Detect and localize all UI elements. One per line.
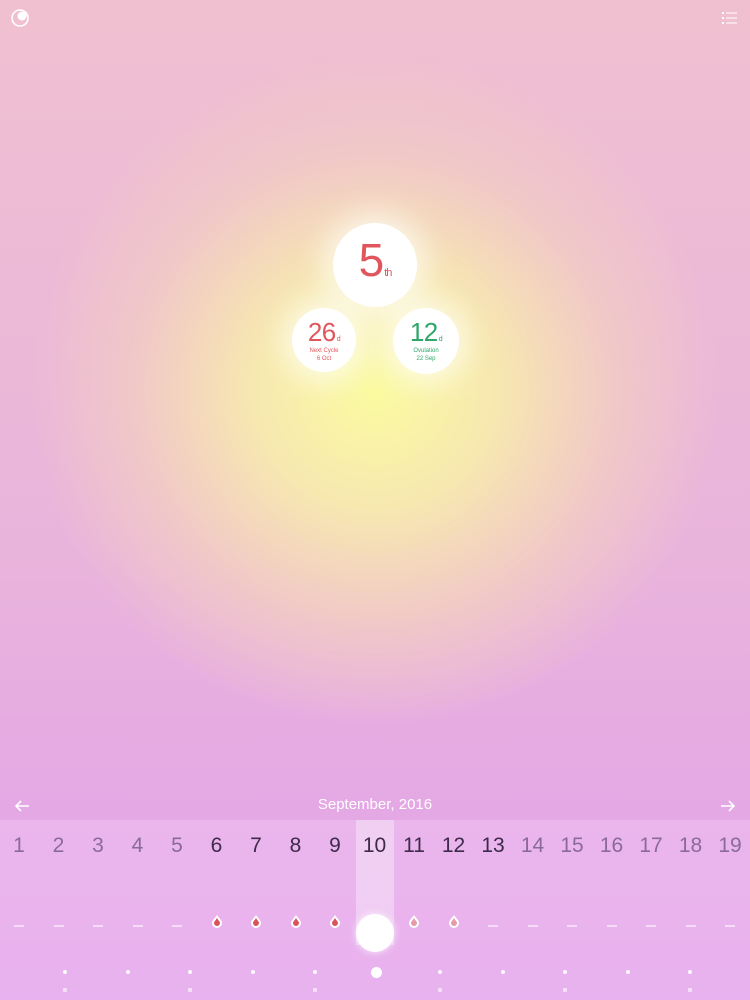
empty-day-mark <box>14 925 24 927</box>
ovulation-value: 12d <box>409 317 443 347</box>
ovulation-bubble[interactable]: 12d Ovulation 22 Sep <box>393 308 459 374</box>
week-dot <box>438 970 442 974</box>
week-tick <box>438 988 442 992</box>
week-dot <box>625 970 630 974</box>
empty-day-mark <box>567 925 577 927</box>
week-dot <box>63 970 67 974</box>
week-dot <box>188 970 192 974</box>
day-number-5[interactable]: 5 <box>157 834 197 858</box>
period-drop-icon <box>448 915 459 928</box>
period-drop-icon <box>251 915 261 928</box>
day-number-4[interactable]: 4 <box>118 834 158 858</box>
day-number-10[interactable]: 10 <box>355 834 395 858</box>
month-title: September, 2016 <box>317 796 433 813</box>
day-number-19[interactable]: 19 <box>710 834 750 858</box>
week-dot <box>250 970 255 974</box>
day-number-8[interactable]: 8 <box>276 834 316 858</box>
day-number-1[interactable]: 1 <box>0 834 39 858</box>
day-number-16[interactable]: 16 <box>592 834 632 858</box>
arrow-right-icon[interactable] <box>718 796 738 816</box>
day-number-13[interactable]: 13 <box>473 834 513 858</box>
day-number-14[interactable]: 14 <box>513 834 553 858</box>
period-drop-icon <box>330 915 340 928</box>
period-drop-icon <box>409 915 419 928</box>
empty-day-mark <box>53 925 64 927</box>
week-tick <box>313 988 317 992</box>
empty-day-mark <box>132 925 143 927</box>
week-dot <box>125 970 130 974</box>
week-tick <box>688 988 692 992</box>
list-menu-icon[interactable] <box>720 8 740 28</box>
day-number-2[interactable]: 2 <box>39 834 79 858</box>
week-dot <box>500 970 505 974</box>
week-tick <box>63 988 67 992</box>
month-nav: September, 2016 <box>0 792 750 820</box>
next-cycle-bubble[interactable]: 26d Next Cycle 6 Oct <box>292 308 356 372</box>
week-tick <box>188 988 192 992</box>
empty-day-mark <box>646 925 656 927</box>
day-number-18[interactable]: 18 <box>671 834 711 858</box>
period-drop-icon <box>290 915 301 928</box>
empty-day-mark <box>93 925 103 927</box>
day-number-12[interactable]: 12 <box>434 834 474 858</box>
ovulation-label: Ovulation 22 Sep <box>413 348 439 362</box>
moon-logo-icon[interactable] <box>10 8 30 28</box>
selected-day-marker[interactable] <box>356 914 394 952</box>
day-number-15[interactable]: 15 <box>552 834 592 858</box>
empty-day-mark <box>527 925 538 927</box>
cycle-day-value: 5th <box>358 234 393 286</box>
next-cycle-value: 26d <box>307 317 341 347</box>
week-dot <box>313 970 317 974</box>
period-drop-icon <box>211 915 222 928</box>
day-number-11[interactable]: 11 <box>394 834 434 858</box>
empty-day-mark <box>725 925 735 927</box>
empty-day-mark <box>488 925 498 927</box>
next-cycle-label: Next Cycle 6 Oct <box>309 348 339 362</box>
day-number-3[interactable]: 3 <box>78 834 118 858</box>
day-number-17[interactable]: 17 <box>631 834 671 858</box>
day-number-9[interactable]: 9 <box>315 834 355 858</box>
cycle-day-bubble[interactable]: 5th <box>333 223 417 307</box>
week-dot <box>688 970 692 974</box>
day-number-6[interactable]: 6 <box>197 834 237 858</box>
week-tick <box>563 988 567 992</box>
week-dot <box>563 970 567 974</box>
day-number-7[interactable]: 7 <box>236 834 276 858</box>
empty-day-mark <box>685 925 696 927</box>
selected-day-dot <box>371 967 382 978</box>
empty-day-mark <box>606 925 617 927</box>
empty-day-mark <box>172 925 182 927</box>
